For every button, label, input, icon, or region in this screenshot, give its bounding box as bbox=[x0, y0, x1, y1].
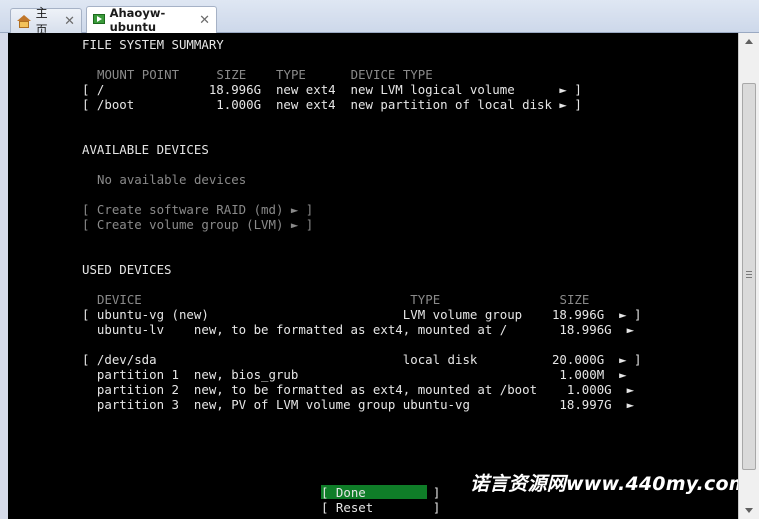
used-row-ubuntu-lv[interactable]: ubuntu-lv new, to be formatted as ext4, … bbox=[82, 322, 634, 337]
used-row-partition-2[interactable]: partition 2 new, to be formatted as ext4… bbox=[82, 382, 634, 397]
used-row-ubuntu-vg[interactable]: [ ubuntu-vg (new) LVM volume group 18.99… bbox=[82, 307, 642, 322]
fs-summary-header: MOUNT POINT SIZE TYPE DEVICE TYPE bbox=[97, 67, 433, 82]
tab-vm-close-icon[interactable]: ✕ bbox=[199, 13, 210, 28]
fs-row-root[interactable]: [ / 18.996G new ext4 new LVM logical vol… bbox=[82, 82, 582, 97]
scrollbar-thumb[interactable] bbox=[742, 83, 756, 470]
scroll-down-arrow-icon[interactable] bbox=[739, 502, 759, 519]
used-row-partition-1[interactable]: partition 1 new, bios_grub 1.000M ► bbox=[82, 367, 627, 382]
used-title: USED DEVICES bbox=[82, 262, 172, 277]
fs-summary-title: FILE SYSTEM SUMMARY bbox=[82, 37, 224, 52]
tab-bar: 主页 ✕ Ahaoyw-ubuntu ✕ bbox=[0, 0, 759, 37]
home-icon bbox=[17, 14, 31, 28]
used-row-sda[interactable]: [ /dev/sda local disk 20.000G ► ] bbox=[82, 352, 642, 367]
scroll-up-arrow-icon[interactable] bbox=[739, 33, 759, 50]
create-raid-button: [ Create software RAID (md) ► ] bbox=[82, 202, 314, 217]
vm-console[interactable]: FILE SYSTEM SUMMARY MOUNT POINT SIZE TYP… bbox=[8, 33, 738, 519]
tab-home[interactable]: 主页 ✕ bbox=[10, 6, 82, 37]
tab-vm-label: Ahaoyw-ubuntu bbox=[109, 6, 166, 34]
grip-icon bbox=[746, 271, 752, 278]
available-empty: No available devices bbox=[97, 172, 247, 187]
tab-home-close-icon[interactable]: ✕ bbox=[64, 14, 75, 29]
used-row-partition-3[interactable]: partition 3 new, PV of LVM volume group … bbox=[82, 397, 634, 412]
tab-vm[interactable]: Ahaoyw-ubuntu ✕ bbox=[86, 6, 217, 34]
done-button[interactable]: [ Done ] bbox=[321, 485, 440, 500]
vm-icon bbox=[93, 13, 105, 27]
vertical-scrollbar[interactable] bbox=[738, 33, 759, 519]
fs-row-boot[interactable]: [ /boot 1.000G new ext4 new partition of… bbox=[82, 97, 582, 112]
create-lvm-button: [ Create volume group (LVM) ► ] bbox=[82, 217, 314, 232]
used-header: DEVICE TYPE SIZE bbox=[97, 292, 590, 307]
available-title: AVAILABLE DEVICES bbox=[82, 142, 209, 157]
reset-button[interactable]: [ Reset ] bbox=[321, 500, 440, 515]
watermark: 诺言资源网www.440my.com bbox=[470, 473, 738, 495]
